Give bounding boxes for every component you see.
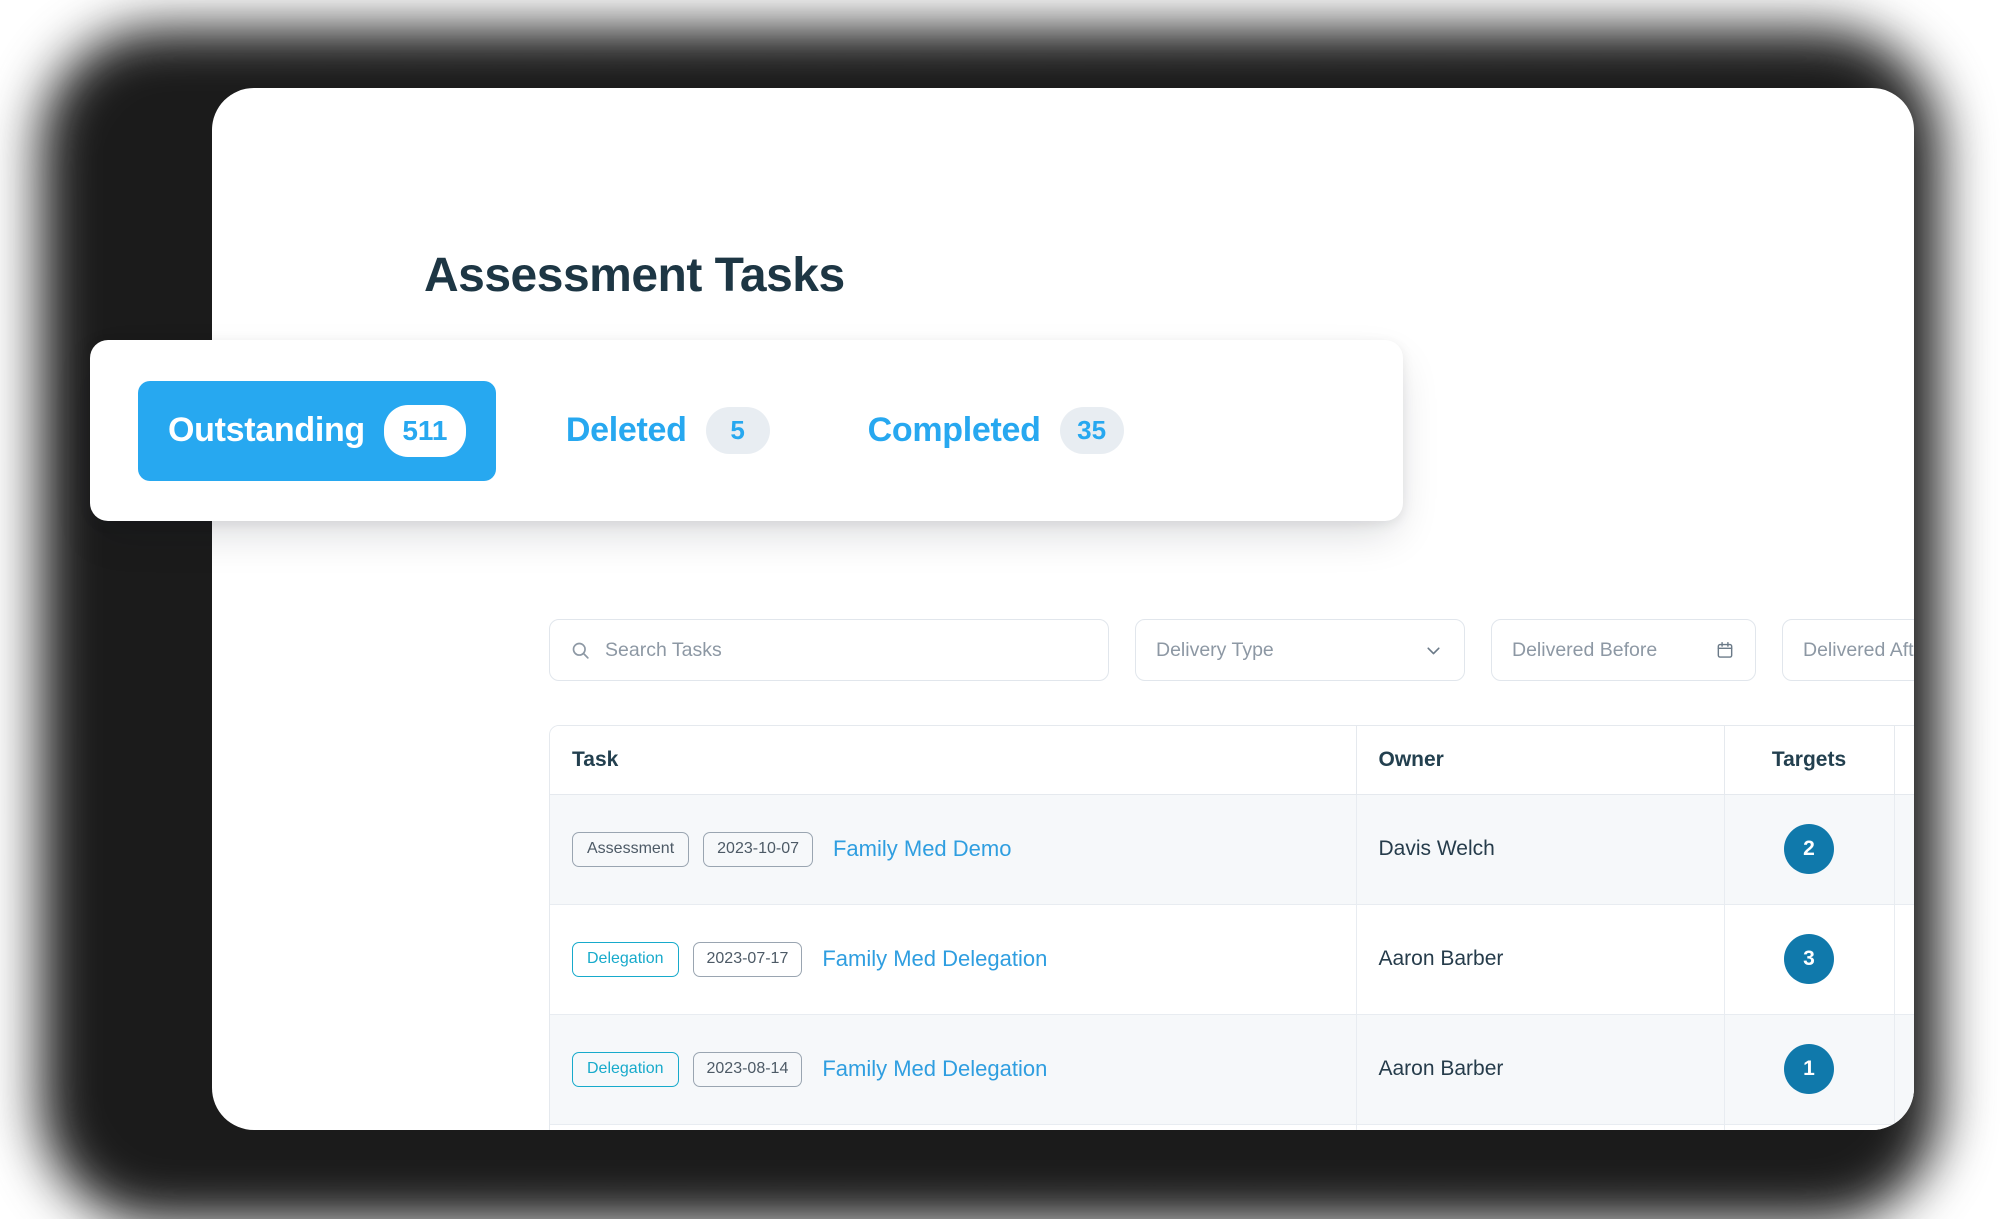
delivered-before-datepicker[interactable]: Delivered Before <box>1491 619 1756 681</box>
task-owner: Davis Welch <box>1355 794 1724 905</box>
table-row[interactable]: Assessment 2023-10-07 Family Med Demo Da… <box>550 794 1914 905</box>
task-owner: Aaron Barber <box>1355 904 1724 1015</box>
table-row[interactable]: Delegation 2023-08-14 Family Med Delegat… <box>550 1014 1914 1125</box>
chevron-down-icon <box>1423 640 1444 661</box>
task-date-badge: 2023-10-07 <box>703 831 813 867</box>
task-owner: Aaron Barber <box>1355 1124 1724 1130</box>
tasks-table: Task Owner Targets Assessment 2023-10-07… <box>549 725 1914 1130</box>
tab-completed[interactable]: Completed 35 <box>840 389 1152 472</box>
task-targets-cell: 3 <box>1723 1124 1894 1130</box>
task-cell: Delegation 2023-08-14 Family Med Delegat… <box>572 1051 1334 1087</box>
column-header-owner[interactable]: Owner <box>1355 726 1724 795</box>
status-tabs-card: Outstanding 511 Deleted 5 Completed 35 <box>90 340 1403 521</box>
column-header-task[interactable]: Task <box>550 726 1356 795</box>
delivery-type-select[interactable]: Delivery Type <box>1135 619 1465 681</box>
table-row[interactable]: Delegation 2023-09-11 Family Med Delegat… <box>550 1124 1914 1130</box>
targets-badge: 2 <box>1784 824 1834 874</box>
device-frame-card: Assessment Tasks Record Assessments <box>212 88 1914 1130</box>
screenshot-root: Assessment Tasks Record Assessments <box>0 0 2000 1219</box>
notify-checkbox-cell <box>1893 1014 1914 1125</box>
delivered-before-label: Delivered Before <box>1512 638 1658 661</box>
calendar-icon <box>1715 640 1735 660</box>
task-name-link[interactable]: Family Med Delegation <box>822 946 1047 972</box>
filter-row: Search Tasks Delivery Type Delivered Bef… <box>549 619 1914 681</box>
tab-deleted-count: 5 <box>705 407 770 454</box>
tab-deleted[interactable]: Deleted 5 <box>538 389 798 472</box>
notify-checkbox-cell <box>1893 1124 1914 1130</box>
notify-checkbox-cell <box>1893 904 1914 1015</box>
tab-completed-label: Completed <box>867 411 1041 449</box>
search-icon <box>570 640 591 661</box>
delivery-type-label: Delivery Type <box>1156 638 1274 661</box>
task-targets-cell: 3 <box>1723 904 1894 1015</box>
search-placeholder-text: Search Tasks <box>605 638 722 661</box>
task-type-badge: Assessment <box>572 831 690 867</box>
page-title: Assessment Tasks <box>424 249 845 302</box>
column-header-targets[interactable]: Targets <box>1723 726 1894 795</box>
search-input[interactable]: Search Tasks <box>549 619 1109 681</box>
notify-checkbox-cell <box>1893 794 1914 905</box>
task-cell: Assessment 2023-10-07 Family Med Demo <box>572 831 1334 867</box>
task-cell: Delegation 2023-07-17 Family Med Delegat… <box>572 941 1334 977</box>
tab-outstanding-count: 511 <box>383 404 466 457</box>
delivered-after-datepicker[interactable]: Delivered After <box>1782 619 1914 681</box>
task-owner: Aaron Barber <box>1355 1014 1724 1125</box>
table-header-row: Task Owner Targets <box>550 726 1914 795</box>
targets-badge: 1 <box>1784 1044 1834 1094</box>
task-name-link[interactable]: Family Med Demo <box>833 836 1011 862</box>
delivered-after-label: Delivered After <box>1803 638 1914 661</box>
task-targets-cell: 2 <box>1723 794 1894 905</box>
task-date-badge: 2023-07-17 <box>692 941 803 977</box>
tab-deleted-label: Deleted <box>565 411 687 449</box>
task-targets-cell: 1 <box>1723 1014 1894 1125</box>
table-body: Assessment 2023-10-07 Family Med Demo Da… <box>550 794 1914 1130</box>
targets-badge: 3 <box>1784 934 1834 984</box>
tab-completed-count: 35 <box>1059 407 1124 454</box>
task-type-badge: Delegation <box>572 941 679 977</box>
task-date-badge: 2023-08-14 <box>692 1051 803 1087</box>
table-row[interactable]: Delegation 2023-07-17 Family Med Delegat… <box>550 904 1914 1015</box>
task-name-link[interactable]: Family Med Delegation <box>822 1056 1047 1082</box>
tab-outstanding[interactable]: Outstanding 511 <box>138 380 496 481</box>
task-type-badge: Delegation <box>572 1051 679 1087</box>
column-header-notify[interactable] <box>1893 726 1914 795</box>
tab-outstanding-label: Outstanding <box>168 411 365 449</box>
